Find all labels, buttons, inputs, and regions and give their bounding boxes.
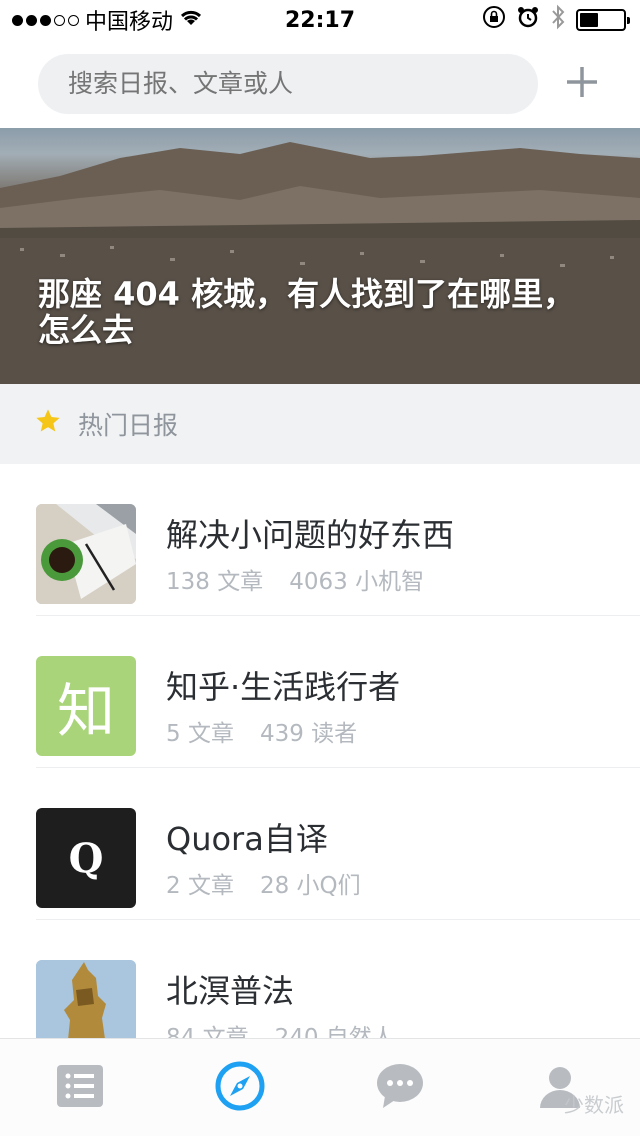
daily-meta: 5 文章 439 读者 [166, 714, 357, 748]
add-button[interactable] [560, 62, 604, 106]
list-icon [56, 1064, 104, 1112]
daily-thumbnail [36, 504, 136, 604]
follower-count: 240 自然人 [274, 1025, 395, 1038]
signal-strength-icon [12, 14, 79, 26]
list-item[interactable]: 解决小问题的好东西 138 文章 4063 小机智 [36, 464, 640, 616]
banner-title: 那座 404 核城，有人找到了在哪里，怎么去 [38, 275, 576, 349]
daily-title: Quora自译 [166, 820, 328, 858]
article-count: 138 文章 [166, 569, 264, 595]
follower-count: 4063 小机智 [289, 569, 425, 595]
daily-thumbnail: 知 [36, 656, 136, 756]
daily-meta: 84 文章 240 自然人 [166, 1018, 395, 1038]
list-item[interactable]: Q Quora自译 2 文章 28 小Q们 [36, 768, 640, 920]
alarm-icon [516, 5, 540, 35]
section-header: 热门日报 [0, 384, 640, 464]
chat-icon [375, 1062, 425, 1114]
daily-list: 解决小问题的好东西 138 文章 4063 小机智 知 知乎·生活践行者 5 文… [0, 464, 640, 1038]
thumbnail-glyph: 知 [56, 677, 115, 745]
daily-title: 解决小问题的好东西 [166, 516, 455, 554]
daily-thumbnail: Q [36, 808, 136, 908]
follower-count: 28 小Q们 [259, 873, 361, 899]
section-label: 热门日报 [78, 411, 179, 440]
watermark-logo: 少数派 [564, 1093, 624, 1117]
follower-count: 439 读者 [259, 721, 358, 747]
carrier-label: 中国移动 [85, 10, 174, 35]
daily-title: 北溟普法 [166, 972, 295, 1010]
orientation-lock-icon [482, 5, 506, 35]
daily-meta: 138 文章 4063 小机智 [166, 562, 424, 596]
status-left: 中国移动 [12, 4, 203, 36]
search-header [0, 40, 640, 128]
daily-thumbnail [36, 960, 136, 1038]
wifi-icon [179, 7, 203, 33]
star-icon [34, 407, 62, 441]
tab-explore[interactable] [200, 1053, 280, 1123]
list-item[interactable]: 北溟普法 84 文章 240 自然人 [36, 920, 640, 1038]
list-item[interactable]: 知 知乎·生活践行者 5 文章 439 读者 [36, 616, 640, 768]
status-bar: 中国移动 22:17 [0, 0, 640, 40]
plus-icon [564, 64, 600, 104]
status-right [482, 4, 630, 36]
thumbnail-glyph: Q [68, 834, 104, 882]
article-count: 2 文章 [166, 873, 234, 899]
compass-icon [214, 1060, 266, 1116]
tab-bar: 少数派 [0, 1038, 640, 1136]
bluetooth-icon [550, 4, 566, 36]
featured-banner[interactable]: 那座 404 核城，有人找到了在哪里，怎么去 [0, 128, 640, 384]
daily-title: 知乎·生活践行者 [166, 668, 401, 706]
search-input[interactable] [38, 54, 538, 114]
tab-messages[interactable] [360, 1053, 440, 1123]
battery-icon [576, 9, 630, 31]
article-count: 84 文章 [166, 1025, 249, 1038]
tab-feed[interactable] [40, 1053, 120, 1123]
daily-meta: 2 文章 28 小Q们 [166, 866, 361, 900]
article-count: 5 文章 [166, 721, 234, 747]
